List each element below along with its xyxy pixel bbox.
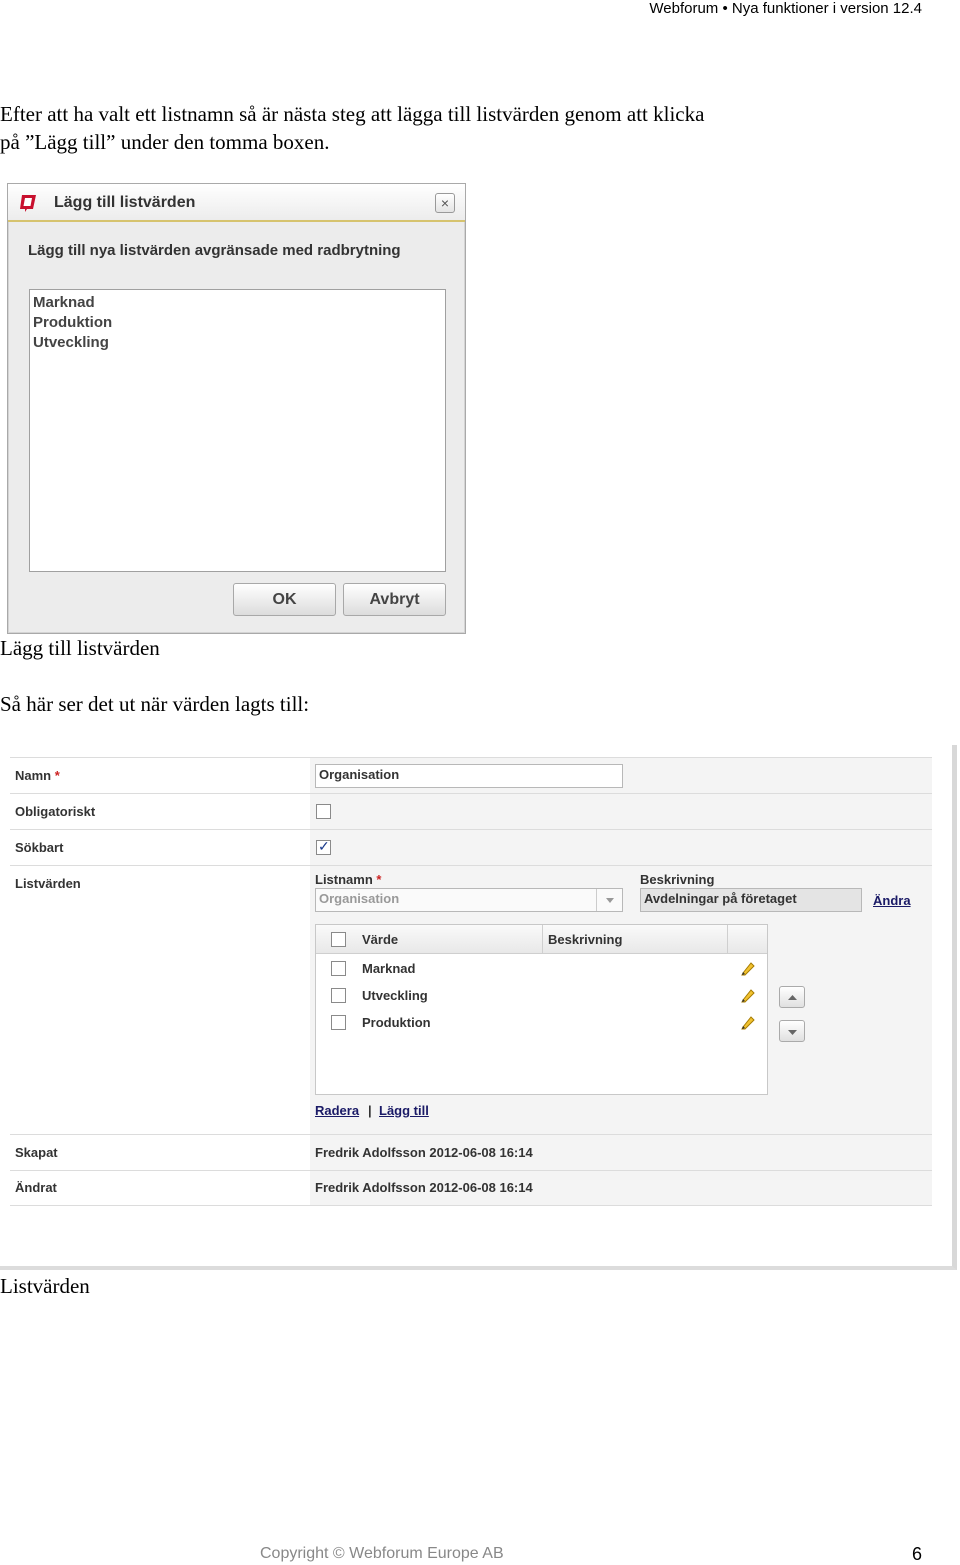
page-number: 6 — [911, 1544, 922, 1564]
row-checkbox[interactable] — [331, 961, 346, 976]
listname-value: Organisation — [319, 891, 400, 906]
cancel-button[interactable]: Avbryt — [343, 583, 446, 616]
textarea-line: Marknad — [33, 294, 95, 311]
searchable-checkbox[interactable] — [316, 838, 331, 855]
add-link[interactable]: Lägg till — [379, 1103, 429, 1118]
row-checkbox[interactable] — [331, 988, 346, 1003]
arrow-down-icon — [788, 1030, 797, 1035]
delete-link[interactable]: Radera — [315, 1103, 359, 1118]
intro-line-2: på ”Lägg till” under den tomma boxen. — [0, 130, 330, 154]
mandatory-checkbox[interactable] — [316, 804, 331, 819]
pencil-icon[interactable] — [740, 987, 756, 1003]
pencil-icon[interactable] — [740, 1014, 756, 1030]
row-value: Produktion — [362, 1015, 431, 1030]
row-value: Marknad — [362, 961, 416, 976]
close-icon: × — [440, 195, 450, 211]
description-field: Avdelningar på företaget — [640, 888, 862, 912]
dropdown-button[interactable] — [596, 889, 622, 911]
intro-paragraph: Efter att ha valt ett listnamn så är näs… — [0, 100, 880, 156]
pencil-icon[interactable] — [740, 960, 756, 976]
required-mark: * — [54, 768, 60, 783]
figure-caption-2: Listvärden — [0, 1274, 90, 1298]
link-separator: | — [368, 1103, 372, 1118]
list-values-grid: Värde Beskrivning Marknad Utveckling Pro… — [315, 924, 768, 1095]
arrow-up-icon — [788, 995, 797, 1000]
grid-header: Värde Beskrivning — [316, 925, 767, 954]
listname-select[interactable]: Organisation — [315, 888, 623, 912]
textarea-line: Utveckling — [33, 334, 109, 351]
listname-label: Listnamn * — [315, 872, 382, 887]
mandatory-label: Obligatoriskt — [15, 804, 96, 819]
description-label: Beskrivning — [640, 872, 715, 887]
footer-copyright: Copyright © Webforum Europe AB — [260, 1545, 504, 1562]
column-header-value[interactable]: Värde — [362, 932, 398, 947]
list-field-form: Namn * Organisation Obligatoriskt Sökbar… — [0, 745, 957, 1270]
form-row-searchable: Sökbart — [10, 830, 932, 866]
close-button[interactable]: × — [435, 193, 455, 213]
name-label: Namn * — [15, 768, 60, 783]
row-value: Utveckling — [362, 988, 428, 1003]
add-list-values-dialog: Lägg till listvärden × Lägg till nya lis… — [7, 183, 466, 634]
form-row-changed: Ändrat Fredrik Adolfsson 2012-06-08 16:1… — [10, 1171, 932, 1206]
listvalues-label: Listvärden — [15, 876, 81, 891]
select-all-checkbox[interactable] — [331, 932, 346, 947]
changed-label: Ändrat — [15, 1180, 57, 1195]
chevron-down-icon — [606, 898, 614, 903]
table-row[interactable]: Utveckling — [316, 982, 767, 1009]
form-row-created: Skapat Fredrik Adolfsson 2012-06-08 16:1… — [10, 1135, 932, 1171]
changed-value: Fredrik Adolfsson 2012-06-08 16:14 — [315, 1180, 533, 1195]
dialog-titlebar: Lägg till listvärden × — [8, 184, 465, 222]
column-header-description[interactable]: Beskrivning — [548, 932, 622, 947]
figure-caption-1: Lägg till listvärden — [0, 636, 160, 660]
values-textarea[interactable]: Marknad Produktion Utveckling — [29, 289, 446, 572]
form-row-name: Namn * Organisation — [10, 757, 932, 794]
running-header: Webforum • Nya funktioner i version 12.4 — [649, 0, 922, 17]
name-input[interactable]: Organisation — [315, 764, 623, 788]
dialog-instruction: Lägg till nya listvärden avgränsade med … — [28, 242, 401, 259]
move-up-button[interactable] — [779, 986, 805, 1008]
row-checkbox[interactable] — [331, 1015, 346, 1030]
ok-button[interactable]: OK — [233, 583, 336, 616]
move-down-button[interactable] — [779, 1020, 805, 1042]
created-label: Skapat — [15, 1145, 58, 1160]
webforum-logo-icon — [20, 195, 36, 212]
dialog-title: Lägg till listvärden — [54, 194, 196, 211]
searchable-label: Sökbart — [15, 840, 64, 855]
intro-line-1: Efter att ha valt ett listnamn så är näs… — [0, 102, 705, 126]
intro-paragraph-2: Så här ser det ut när värden lagts till: — [0, 692, 310, 716]
created-value: Fredrik Adolfsson 2012-06-08 16:14 — [315, 1145, 533, 1160]
table-row[interactable]: Marknad — [316, 955, 767, 982]
change-link[interactable]: Ändra — [873, 893, 911, 908]
table-row[interactable]: Produktion — [316, 1009, 767, 1036]
textarea-line: Produktion — [33, 314, 113, 331]
form-row-mandatory: Obligatoriskt — [10, 794, 932, 830]
